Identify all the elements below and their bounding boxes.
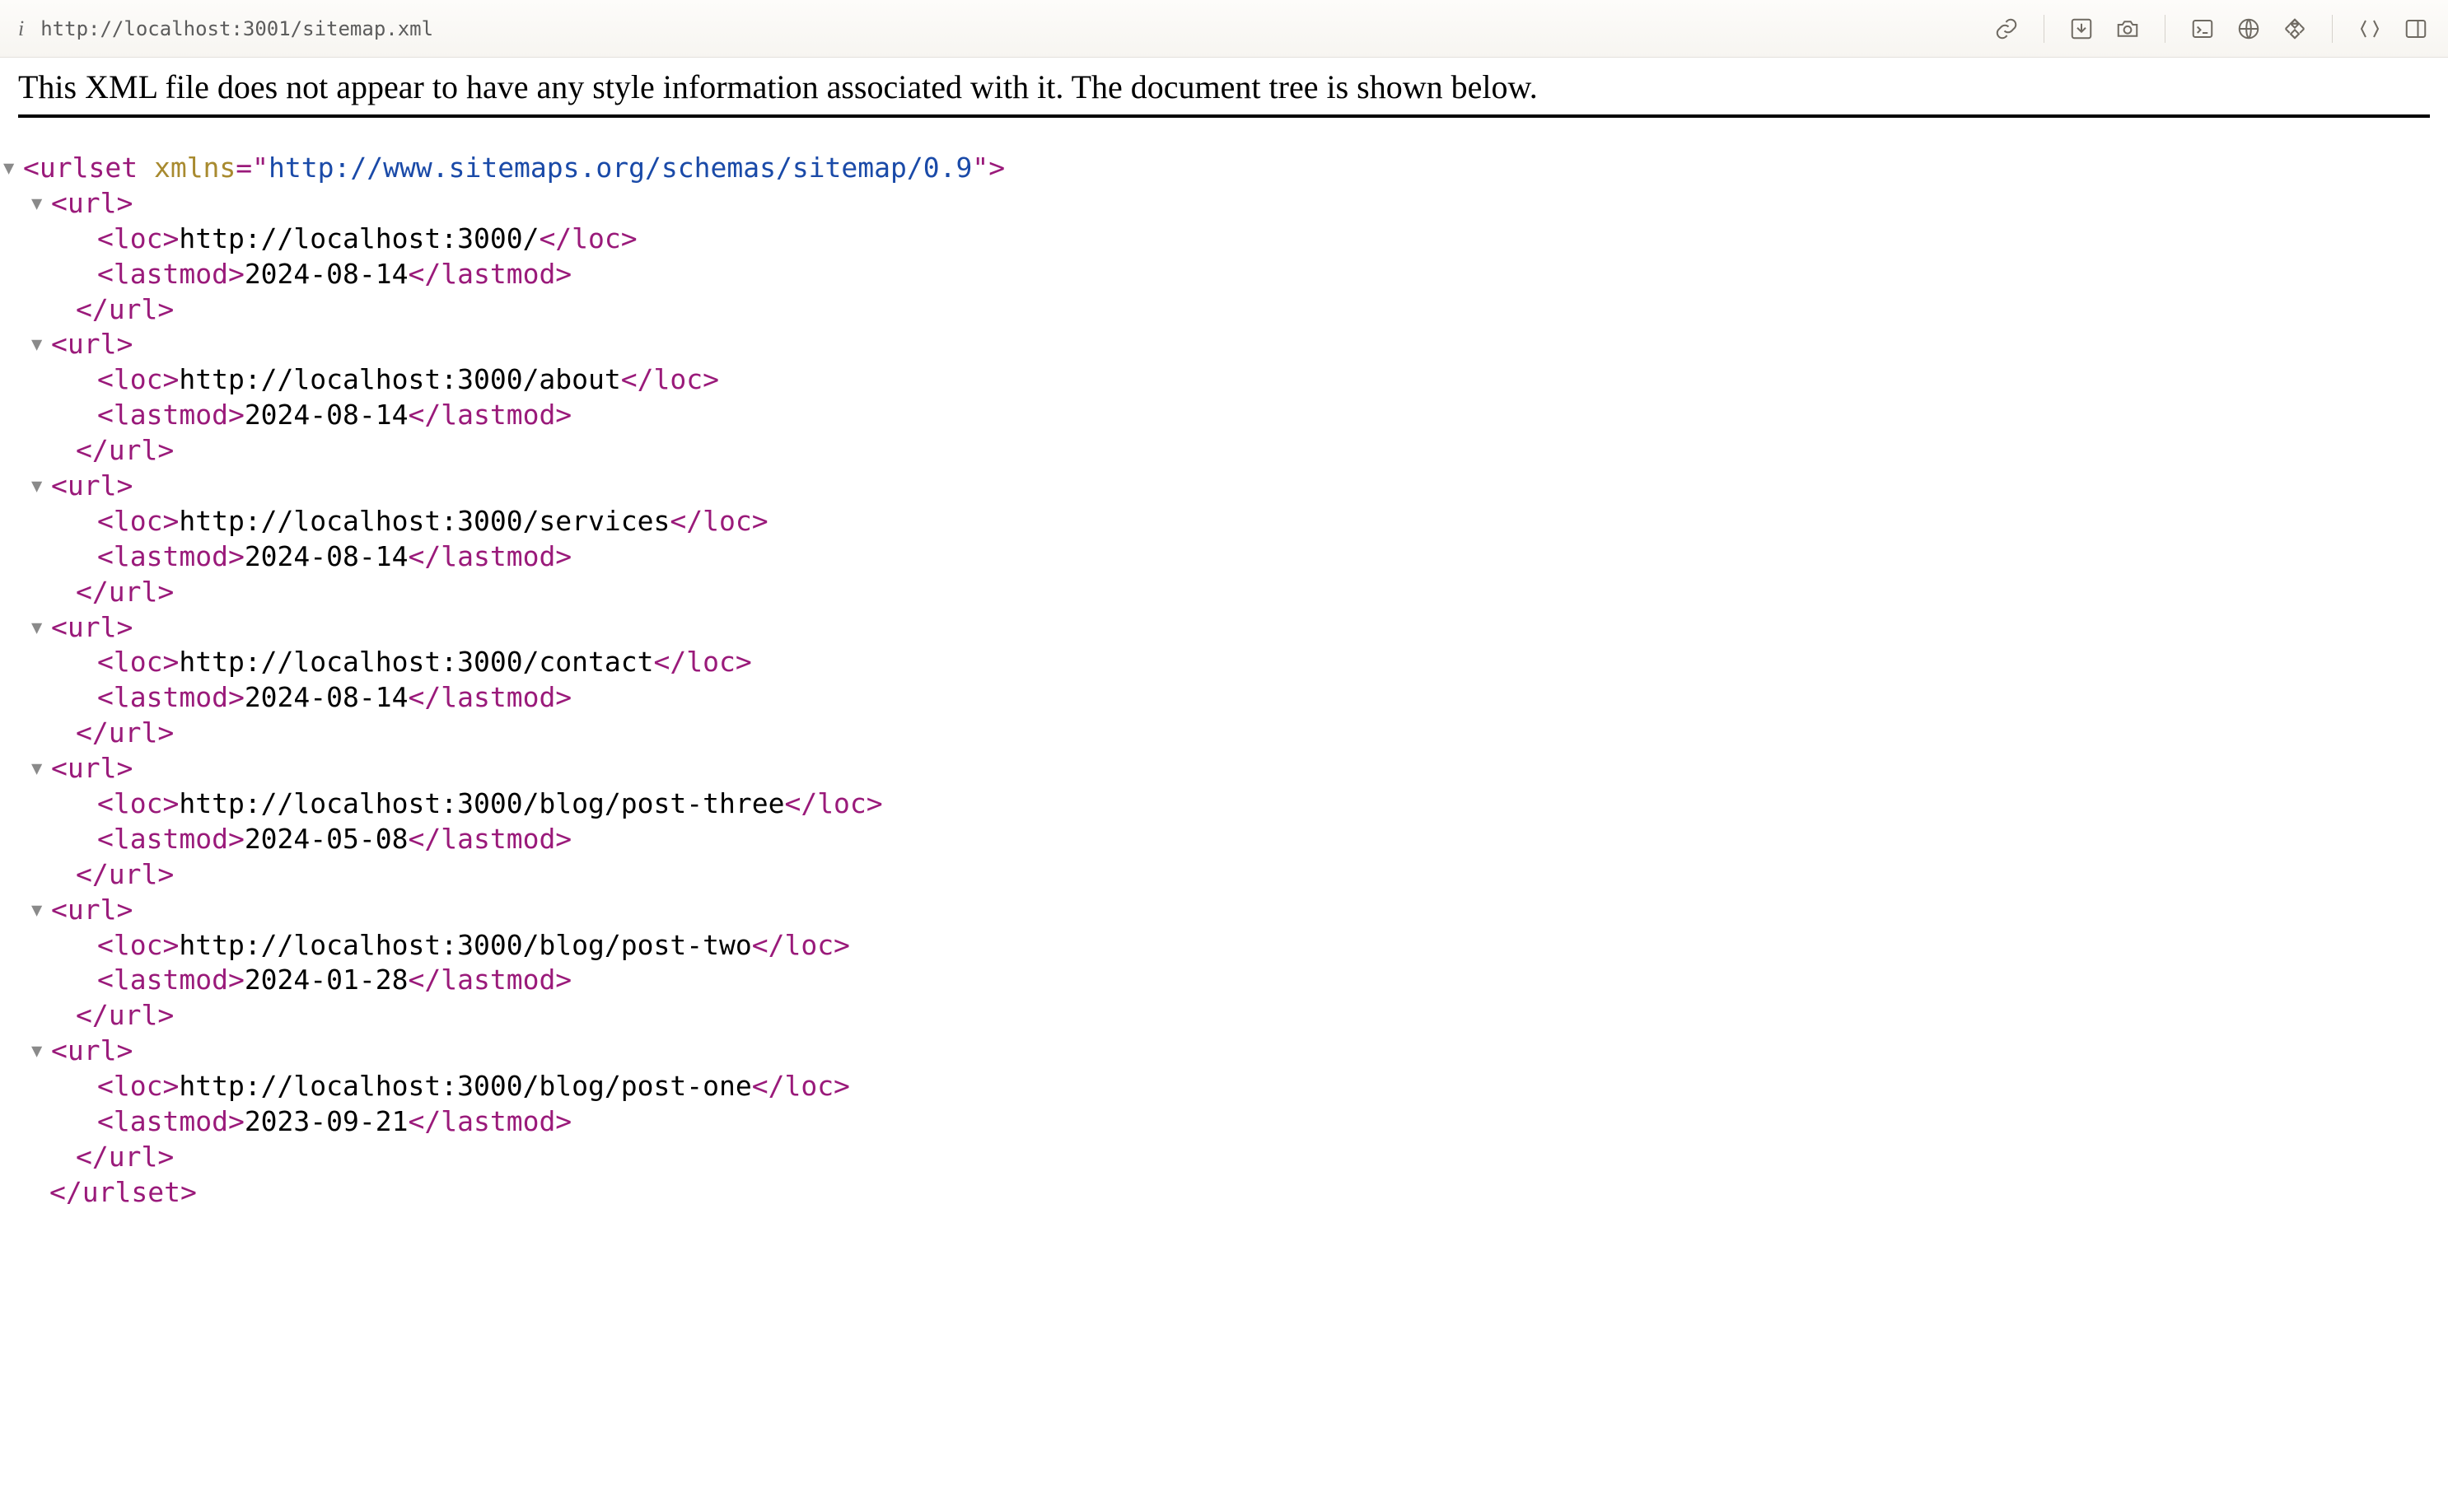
xml-tree: ▼<urlset xmlns="http://www.sitemaps.org/… xyxy=(0,118,2448,1244)
xml-url-open: ▼<url> xyxy=(23,186,2430,222)
browser-toolbar: i http://localhost:3001/sitemap.xml xyxy=(0,0,2448,58)
xml-url-open: ▼<url> xyxy=(23,893,2430,928)
xml-lastmod: <lastmod>2023-09-21</lastmod> xyxy=(23,1104,2430,1140)
xml-lastmod: <lastmod>2024-08-14</lastmod> xyxy=(23,680,2430,716)
link-icon[interactable] xyxy=(1993,15,2021,43)
sidebar-toggle-icon[interactable] xyxy=(2402,15,2430,43)
xml-lastmod: <lastmod>2024-05-08</lastmod> xyxy=(23,822,2430,857)
xml-loc-text: http://localhost:3000/contact xyxy=(179,646,653,678)
xml-url-open: ▼<url> xyxy=(23,610,2430,646)
xml-loc: <loc>http://localhost:3000/blog/post-one… xyxy=(23,1069,2430,1104)
xml-lastmod: <lastmod>2024-08-14</lastmod> xyxy=(23,257,2430,292)
xml-lastmod: <lastmod>2024-08-14</lastmod> xyxy=(23,539,2430,575)
xml-url-open: ▼<url> xyxy=(23,469,2430,504)
crosshair-icon[interactable] xyxy=(2281,15,2309,43)
page-url: http://localhost:3001/sitemap.xml xyxy=(40,17,433,40)
xml-loc-text: http://localhost:3000/blog/post-one xyxy=(179,1070,751,1102)
xml-root-close: </urlset> xyxy=(23,1175,2430,1211)
xml-url-close: </url> xyxy=(23,575,2430,610)
xml-root-open: ▼<urlset xmlns="http://www.sitemaps.org/… xyxy=(23,151,2430,186)
xml-url-open: ▼<url> xyxy=(23,327,2430,362)
site-info-icon[interactable]: i xyxy=(18,16,24,41)
xml-lastmod-text: 2024-01-28 xyxy=(245,964,409,996)
xml-style-warning-message: This XML file does not appear to have an… xyxy=(18,68,2430,118)
xml-url-open: ▼<url> xyxy=(23,751,2430,786)
xml-url-open: ▼<url> xyxy=(23,1034,2430,1069)
xml-loc-text: http://localhost:3000/blog/post-two xyxy=(179,929,751,961)
xml-lastmod: <lastmod>2024-08-14</lastmod> xyxy=(23,398,2430,433)
camera-icon[interactable] xyxy=(2114,15,2142,43)
xml-loc: <loc>http://localhost:3000/blog/post-thr… xyxy=(23,786,2430,822)
console-icon[interactable] xyxy=(2189,15,2217,43)
xml-url-close: </url> xyxy=(23,857,2430,893)
xml-lastmod-text: 2024-08-14 xyxy=(245,681,409,713)
xml-url-close: </url> xyxy=(23,1140,2430,1175)
xml-lastmod-text: 2024-08-14 xyxy=(245,540,409,572)
xml-loc: <loc>http://localhost:3000/blog/post-two… xyxy=(23,928,2430,964)
xml-loc-text: http://localhost:3000/blog/post-three xyxy=(179,787,784,819)
toolbar-actions xyxy=(1993,15,2430,43)
download-icon[interactable] xyxy=(2067,15,2095,43)
globe-icon[interactable] xyxy=(2235,15,2263,43)
xml-loc-text: http://localhost:3000/services xyxy=(179,505,670,537)
xml-lastmod: <lastmod>2024-01-28</lastmod> xyxy=(23,963,2430,998)
xml-url-close: </url> xyxy=(23,998,2430,1034)
xml-loc: <loc>http://localhost:3000/</loc> xyxy=(23,222,2430,257)
xml-url-close: </url> xyxy=(23,716,2430,751)
xml-lastmod-text: 2023-09-21 xyxy=(245,1105,409,1137)
xml-lastmod-text: 2024-05-08 xyxy=(245,823,409,855)
xml-url-close: </url> xyxy=(23,292,2430,328)
expand-icon[interactable] xyxy=(2356,15,2384,43)
xml-loc: <loc>http://localhost:3000/services</loc… xyxy=(23,504,2430,539)
xml-lastmod-text: 2024-08-14 xyxy=(245,258,409,290)
toolbar-separator xyxy=(2332,15,2333,43)
xml-lastmod-text: 2024-08-14 xyxy=(245,399,409,431)
address-bar[interactable]: i http://localhost:3001/sitemap.xml xyxy=(18,16,1993,41)
xml-loc-text: http://localhost:3000/about xyxy=(179,363,620,395)
xml-loc: <loc>http://localhost:3000/about</loc> xyxy=(23,362,2430,398)
xml-url-close: </url> xyxy=(23,433,2430,469)
xml-loc-text: http://localhost:3000/ xyxy=(179,222,539,254)
xml-loc: <loc>http://localhost:3000/contact</loc> xyxy=(23,645,2430,680)
